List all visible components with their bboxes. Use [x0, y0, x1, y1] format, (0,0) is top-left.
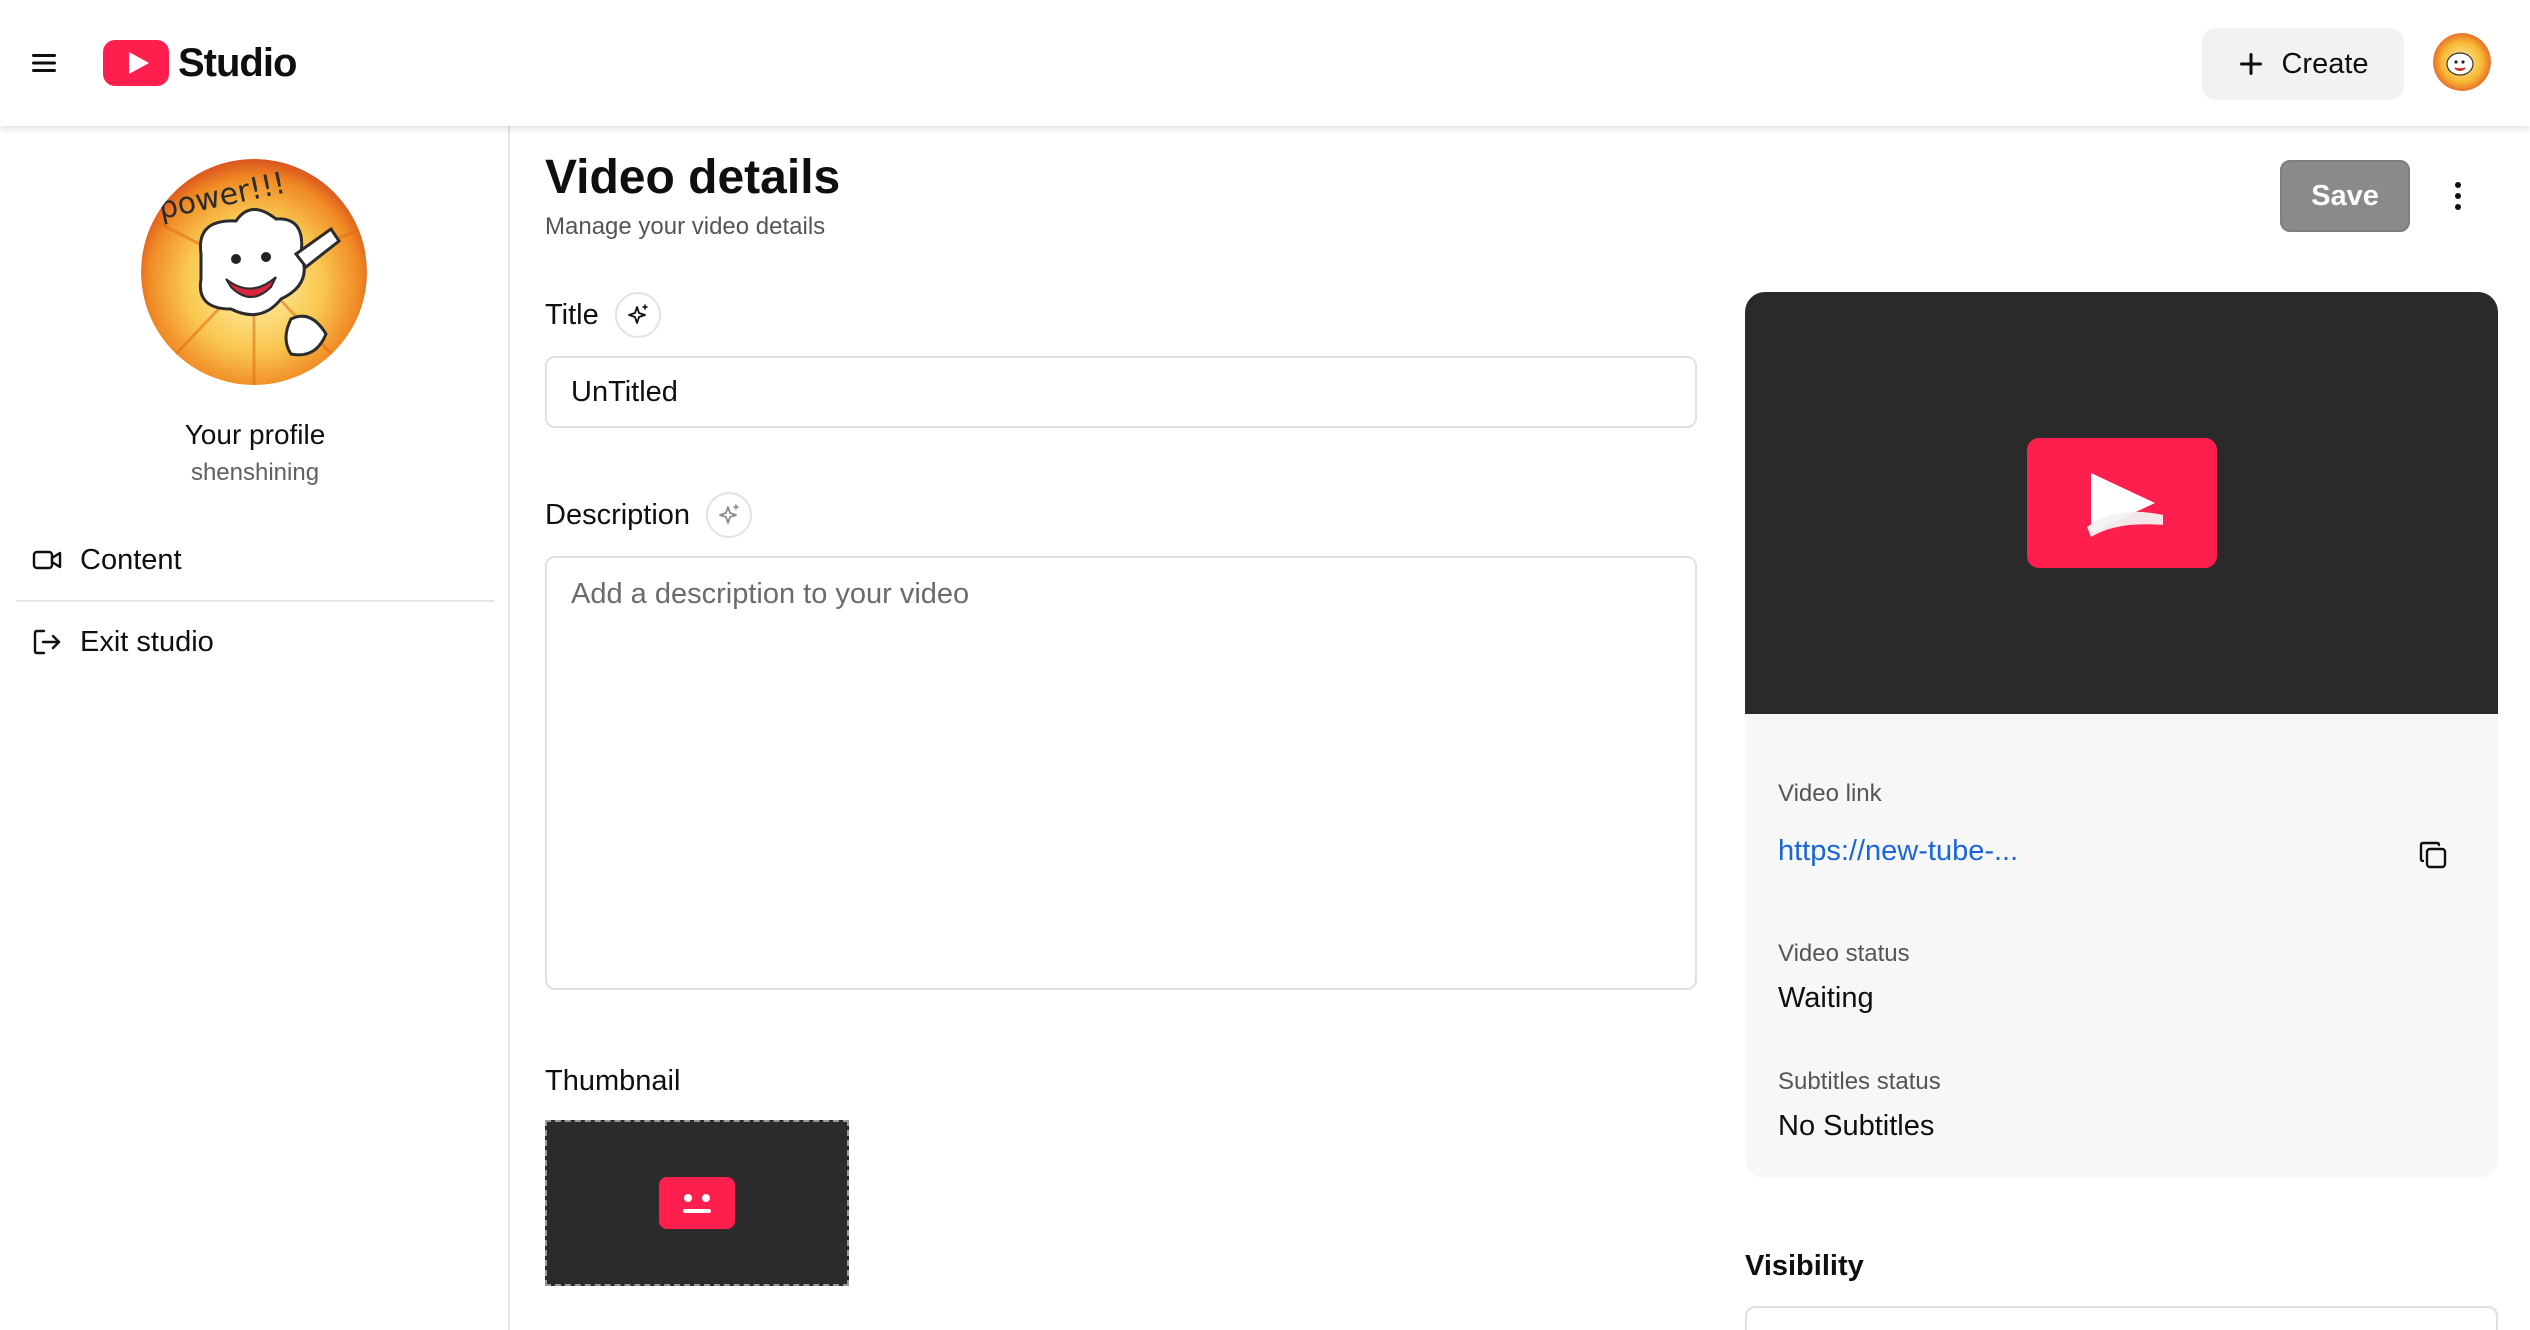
top-bar: Studio Create: [0, 0, 2530, 126]
video-link-label: Video link: [1778, 780, 1882, 807]
page-subtitle: Manage your video details: [545, 213, 826, 240]
description-label: Description: [545, 498, 691, 531]
sidebar-divider: [16, 600, 494, 602]
title-label-row: Title: [545, 292, 661, 338]
create-button[interactable]: Create: [2202, 28, 2404, 100]
profile-username: shenshining: [190, 459, 320, 486]
more-options-icon[interactable]: [2438, 176, 2478, 216]
play-icon[interactable]: [2026, 438, 2217, 568]
user-avatar[interactable]: [2433, 33, 2491, 91]
sparkles-icon: [719, 504, 739, 524]
visibility-label: Visibility: [1745, 1250, 1864, 1282]
sidebar: power!!! Your profile shenshining Conten…: [0, 126, 510, 1330]
placeholder-thumbnail-icon: [659, 1177, 735, 1229]
save-button[interactable]: Save: [2280, 160, 2410, 232]
menu-icon[interactable]: [22, 41, 66, 85]
page-title: Video details: [545, 151, 841, 204]
title-label: Title: [545, 298, 599, 331]
profile-avatar[interactable]: power!!!: [141, 159, 367, 385]
studio-logo[interactable]: Studio: [103, 40, 297, 86]
video-status-value: Waiting: [1778, 982, 1874, 1014]
app-name: Studio: [178, 40, 297, 85]
copy-icon[interactable]: [2411, 833, 2455, 877]
thumbnail-preview[interactable]: [545, 1120, 849, 1286]
create-label: Create: [2281, 47, 2369, 80]
subtitles-status-label: Subtitles status: [1778, 1068, 1941, 1095]
video-camera-icon: [32, 550, 62, 570]
thumbnail-label: Thumbnail: [545, 1065, 681, 1097]
video-info-card: Video link https://new-tube-... Video st…: [1745, 292, 2498, 1178]
subtitles-status-value: No Subtitles: [1778, 1110, 1935, 1142]
video-player[interactable]: [1745, 292, 2498, 714]
ai-generate-description-button[interactable]: [706, 492, 753, 538]
plus-icon: [2240, 53, 2263, 75]
sidebar-item-content[interactable]: Content: [16, 527, 494, 593]
description-label-row: Description: [545, 492, 753, 538]
ai-generate-title-button[interactable]: [614, 292, 661, 338]
title-input[interactable]: [545, 356, 1697, 428]
video-status-label: Video status: [1778, 940, 1910, 967]
sidebar-item-exit-studio[interactable]: Exit studio: [16, 609, 494, 675]
description-textarea[interactable]: [545, 556, 1697, 990]
sparkles-icon: [627, 304, 648, 324]
visibility-select[interactable]: [1745, 1306, 2498, 1330]
sidebar-item-label: Exit studio: [80, 625, 214, 658]
profile-title: Your profile: [184, 419, 326, 450]
log-out-icon: [33, 629, 61, 655]
thumbnail-label-row: Thumbnail: [545, 1065, 680, 1098]
sidebar-item-label: Content: [80, 543, 182, 576]
video-link[interactable]: https://new-tube-...: [1778, 835, 2018, 868]
play-logo-icon: [103, 40, 169, 86]
